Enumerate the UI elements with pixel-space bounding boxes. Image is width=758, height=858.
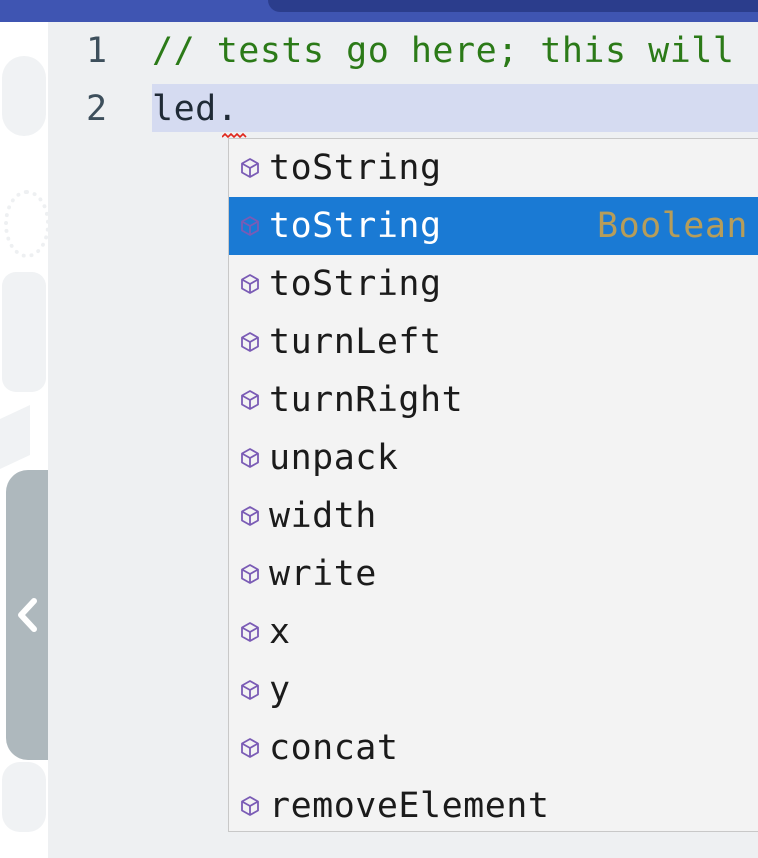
suggestion-label: y bbox=[269, 670, 291, 710]
suggestion-item[interactable]: toString Boolean bbox=[229, 197, 758, 255]
suggestion-item[interactable]: concat bbox=[229, 719, 758, 777]
suggestion-item[interactable]: turnLeft bbox=[229, 313, 758, 371]
line-number: 1 bbox=[86, 31, 108, 71]
property-cube-icon bbox=[235, 385, 265, 415]
suggestion-label: turnLeft bbox=[269, 322, 442, 362]
suggestion-label: concat bbox=[269, 728, 399, 768]
property-cube-icon bbox=[235, 733, 265, 763]
property-cube-icon bbox=[235, 443, 265, 473]
property-cube-icon bbox=[235, 675, 265, 705]
chevron-left-icon bbox=[15, 597, 41, 633]
header-tab bbox=[268, 0, 758, 12]
autocomplete-suggestion-list[interactable]: toString toString Boolean toString turnLeft t… bbox=[228, 138, 758, 832]
code-line-input[interactable]: led. bbox=[152, 80, 238, 138]
suggestion-label: x bbox=[269, 612, 291, 652]
current-line-highlight bbox=[152, 84, 758, 132]
suggestion-item[interactable]: turnRight bbox=[229, 371, 758, 429]
suggestion-label: write bbox=[269, 554, 377, 594]
collapse-panel-button[interactable] bbox=[6, 470, 50, 760]
property-cube-icon bbox=[235, 501, 265, 531]
property-cube-icon bbox=[235, 559, 265, 589]
suggestion-item[interactable]: unpack bbox=[229, 429, 758, 487]
decoration-shape bbox=[0, 405, 30, 469]
suggestion-item[interactable]: write bbox=[229, 545, 758, 603]
decoration-shape bbox=[2, 56, 46, 136]
suggestion-item[interactable]: removeElement bbox=[229, 777, 758, 831]
decoration-shape bbox=[4, 190, 48, 258]
suggestion-label: toString bbox=[269, 148, 442, 188]
suggestion-item[interactable]: x bbox=[229, 603, 758, 661]
property-cube-icon bbox=[235, 211, 265, 241]
suggestion-item[interactable]: width bbox=[229, 487, 758, 545]
suggestion-label: removeElement bbox=[269, 786, 550, 826]
suggestion-label: unpack bbox=[269, 438, 399, 478]
line-number: 2 bbox=[86, 89, 108, 129]
property-cube-icon bbox=[235, 153, 265, 183]
decoration-shape bbox=[2, 272, 46, 392]
code-line-comment[interactable]: // tests go here; this will bbox=[152, 22, 734, 80]
suggestion-label: turnRight bbox=[269, 380, 464, 420]
suggestion-label: toString bbox=[269, 206, 442, 246]
suggestion-item[interactable]: toString bbox=[229, 139, 758, 197]
property-cube-icon bbox=[235, 327, 265, 357]
property-cube-icon bbox=[235, 617, 265, 647]
property-cube-icon bbox=[235, 269, 265, 299]
decoration-shape bbox=[2, 762, 46, 832]
top-header-bar bbox=[0, 0, 758, 22]
suggestion-label: toString bbox=[269, 264, 442, 304]
suggestion-item[interactable]: toString bbox=[229, 255, 758, 313]
suggestion-label: width bbox=[269, 496, 377, 536]
suggestion-item[interactable]: y bbox=[229, 661, 758, 719]
suggestion-type-detail: Boolean bbox=[597, 206, 749, 246]
property-cube-icon bbox=[235, 791, 265, 821]
